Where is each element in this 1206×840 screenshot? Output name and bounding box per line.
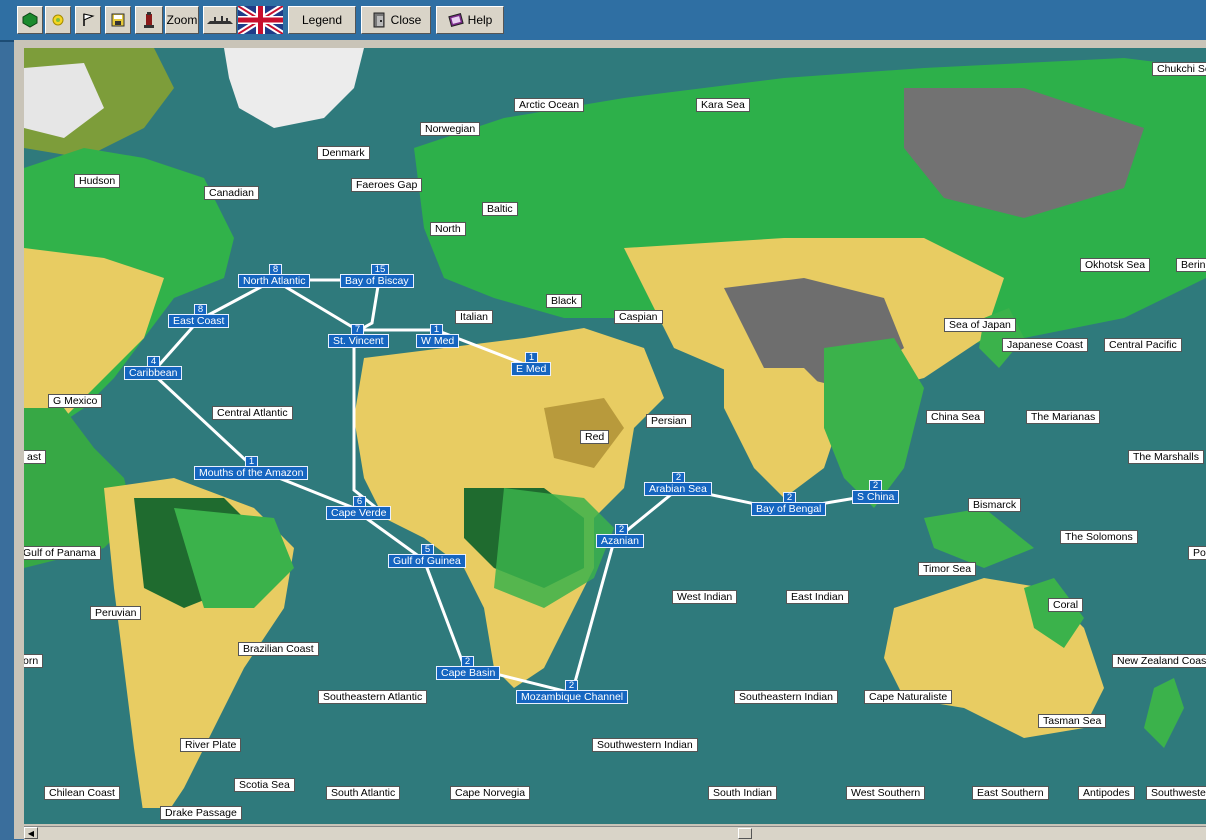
sea-zone-label[interactable]: Po — [1188, 546, 1206, 560]
route-zone-label[interactable]: Bay of Bengal — [751, 502, 827, 516]
sea-zone-label[interactable]: Brazilian Coast — [238, 642, 319, 656]
sea-zone-label[interactable]: China Sea — [926, 410, 986, 424]
sea-zone-label[interactable]: Southweste — [1146, 786, 1206, 800]
sea-zone-label[interactable]: The Marianas — [1026, 410, 1101, 424]
sea-zone-label[interactable]: Faeroes Gap — [351, 178, 423, 192]
route-zone-label[interactable]: E Med — [511, 362, 552, 376]
close-button[interactable]: Close — [361, 6, 431, 34]
sea-zone-label[interactable]: Southeastern Indian — [734, 690, 838, 704]
sea-zone-label[interactable]: Gulf of Panama — [24, 546, 101, 560]
sea-zone-label[interactable]: Kara Sea — [696, 98, 750, 112]
scrollbar-thumb[interactable] — [738, 828, 752, 839]
sea-zone-label[interactable]: East Indian — [786, 590, 849, 604]
route-zone-label[interactable]: East Coast — [168, 314, 230, 328]
sea-zone-label[interactable]: Japanese Coast — [1002, 338, 1088, 352]
sea-zone-label[interactable]: West Southern — [846, 786, 926, 800]
route-zone-label[interactable]: Arabian Sea — [644, 482, 712, 496]
sea-zone-label[interactable]: Chilean Coast — [44, 786, 120, 800]
toolbar: Zoom Legend Close Help — [0, 0, 1206, 42]
route-zone-label[interactable]: Bay of Biscay — [340, 274, 414, 288]
flag-button[interactable] — [75, 6, 101, 34]
sea-zone-label[interactable]: Drake Passage — [160, 806, 242, 820]
sea-zone-label[interactable]: Denmark — [317, 146, 370, 160]
route-zone-label[interactable]: Gulf of Guinea — [388, 554, 466, 568]
sea-zone-label[interactable]: Black — [546, 294, 582, 308]
route-zone-label[interactable]: Cape Verde — [326, 506, 392, 520]
sea-zone-label[interactable]: Peruvian — [90, 606, 142, 620]
route-zone-label[interactable]: Mozambique Channel — [516, 690, 629, 704]
sea-zone-label[interactable]: Caspian — [614, 310, 663, 324]
sea-zone-label[interactable]: Sea of Japan — [944, 318, 1016, 332]
scroll-left-arrow-icon[interactable]: ◀ — [24, 827, 38, 839]
sun-button[interactable] — [45, 6, 71, 34]
route-zone-label[interactable]: Cape Basin — [436, 666, 501, 680]
save-button[interactable] — [105, 6, 131, 34]
sea-zone-label[interactable]: Persian — [646, 414, 692, 428]
ships-icon — [207, 16, 233, 24]
sea-zone-label[interactable]: Italian — [455, 310, 494, 324]
route-zone-label[interactable]: S China — [852, 490, 900, 504]
sea-zone-label[interactable]: Chukchi Se — [1152, 62, 1206, 76]
sea-zone-label[interactable]: Central Atlantic — [212, 406, 293, 420]
hexagon-icon — [22, 12, 38, 28]
route-zone-label[interactable]: Azanian — [596, 534, 644, 548]
zoom-button[interactable]: Zoom — [165, 6, 199, 34]
sea-zone-label[interactable]: Baltic — [482, 202, 518, 216]
uk-flag-icon[interactable] — [236, 3, 285, 37]
help-label: Help — [467, 13, 493, 27]
route-zone-label[interactable]: W Med — [416, 334, 460, 348]
route-zone-label[interactable]: Mouths of the Amazon — [194, 466, 309, 480]
sea-zone-label[interactable]: The Solomons — [1060, 530, 1138, 544]
sea-zone-label[interactable]: West Indian — [672, 590, 738, 604]
map-terrain — [24, 48, 1206, 824]
close-label: Close — [390, 13, 422, 27]
sea-zone-label[interactable]: The Marshalls — [1128, 450, 1204, 464]
sea-zone-label[interactable]: Southeastern Atlantic — [318, 690, 428, 704]
route-zone-label[interactable]: St. Vincent — [328, 334, 389, 348]
sea-zone-label[interactable]: Canadian — [204, 186, 259, 200]
sea-zone-label[interactable]: Timor Sea — [918, 562, 977, 576]
sea-zone-label[interactable]: Hudson — [74, 174, 121, 188]
sea-zone-label[interactable]: Berin — [1176, 258, 1206, 272]
sea-zone-label[interactable]: North — [430, 222, 466, 236]
route-zone-label[interactable]: North Atlantic — [238, 274, 311, 288]
sea-zone-label[interactable]: Okhotsk Sea — [1080, 258, 1151, 272]
route-zone-label[interactable]: Caribbean — [124, 366, 183, 380]
sea-zone-label[interactable]: Central Pacific — [1104, 338, 1182, 352]
sea-zone-label[interactable]: Arctic Ocean — [514, 98, 585, 112]
legend-label: Legend — [301, 13, 343, 27]
flag-icon — [83, 13, 95, 26]
sea-zone-label[interactable]: orn — [24, 654, 44, 668]
sea-zone-label[interactable]: River Plate — [180, 738, 242, 752]
help-book-icon — [447, 13, 464, 27]
sea-zone-label[interactable]: Antipodes — [1078, 786, 1135, 800]
sea-zone-label[interactable]: Cape Naturaliste — [864, 690, 953, 704]
hexagon-button[interactable] — [17, 6, 43, 34]
sea-zone-label[interactable]: South Indian — [708, 786, 777, 800]
sun-icon — [52, 14, 64, 26]
sea-zone-label[interactable]: Tasman Sea — [1038, 714, 1107, 728]
zoom-label: Zoom — [166, 13, 198, 27]
close-icon — [373, 12, 385, 28]
sea-zone-label[interactable]: G Mexico — [48, 394, 103, 408]
sea-zone-label[interactable]: ast — [24, 450, 47, 464]
sea-zone-label[interactable]: South Atlantic — [326, 786, 401, 800]
tower-button[interactable] — [135, 6, 163, 34]
sea-zone-label[interactable]: Norwegian — [420, 122, 481, 136]
legend-button[interactable]: Legend — [288, 6, 356, 34]
fleet-button[interactable] — [203, 6, 237, 34]
help-button[interactable]: Help — [436, 6, 504, 34]
sea-zone-label[interactable]: Scotia Sea — [234, 778, 295, 792]
sea-zone-label[interactable]: Southwestern Indian — [592, 738, 698, 752]
sea-zone-label[interactable]: Cape Norvegia — [450, 786, 531, 800]
world-map[interactable]: Chukchi Se Arctic Ocean Kara Sea Norwegi… — [24, 48, 1206, 824]
sea-zone-label[interactable]: Bismarck — [968, 498, 1022, 512]
horizontal-scrollbar[interactable]: ◀ — [24, 826, 1206, 840]
sea-zone-label[interactable]: New Zealand Coas — [1112, 654, 1206, 668]
sea-zone-label[interactable]: Red — [580, 430, 610, 444]
tower-icon — [144, 12, 154, 28]
sea-zone-label[interactable]: Coral — [1048, 598, 1084, 612]
sea-zone-label[interactable]: East Southern — [972, 786, 1049, 800]
disk-icon — [111, 13, 125, 27]
